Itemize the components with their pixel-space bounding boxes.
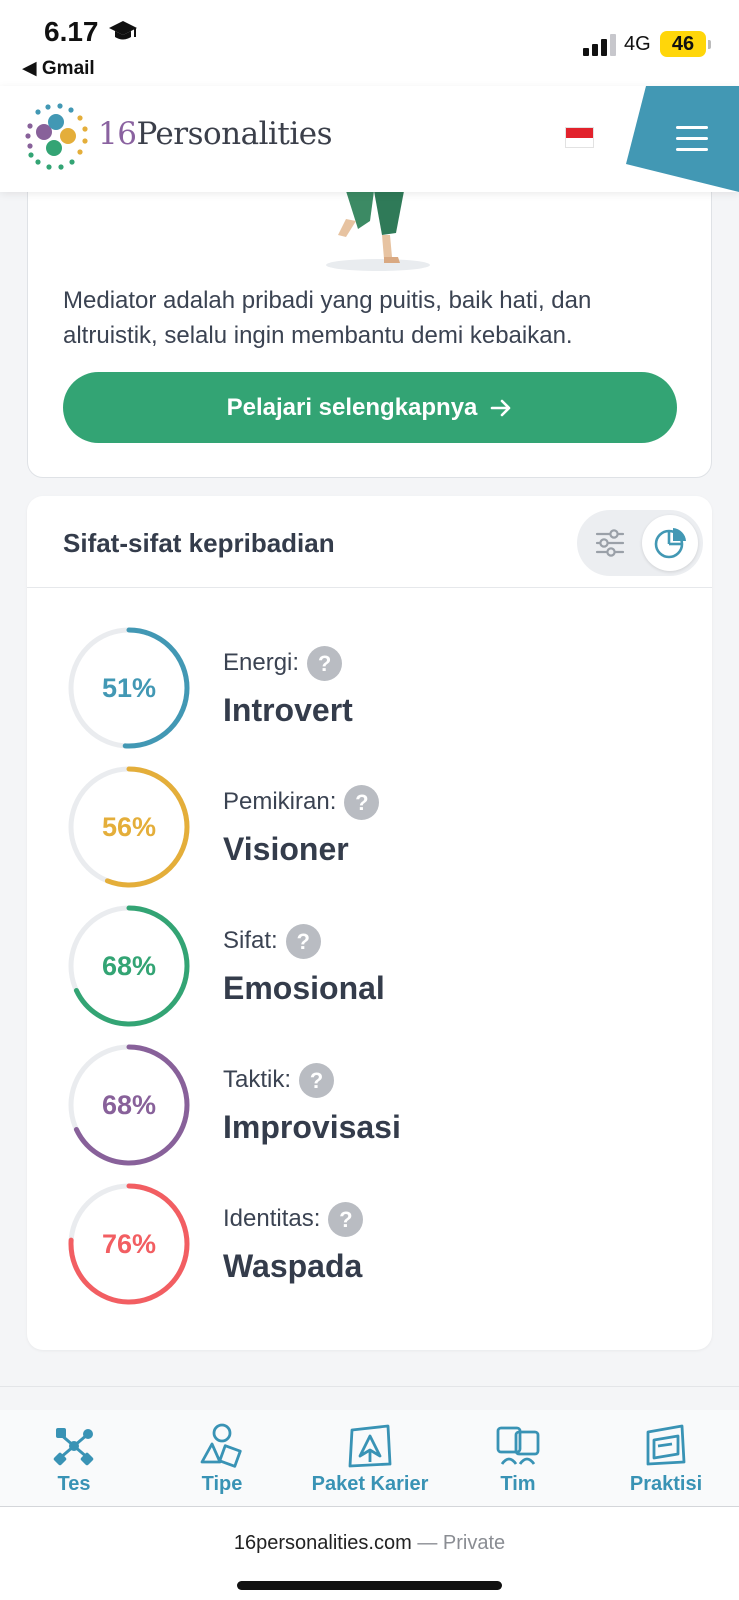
nav-paket-karier[interactable]: Paket Karier [296, 1410, 444, 1506]
trait-value: Waspada [223, 1248, 363, 1284]
help-icon[interactable]: ? [344, 785, 380, 820]
nav-tipe[interactable]: Tipe [148, 1410, 296, 1506]
trait-value: Visioner [223, 831, 349, 867]
learn-more-button[interactable]: Pelajari selengkapnya [63, 372, 677, 443]
network-type: 4G [624, 33, 651, 55]
trait-percent: 68% [101, 950, 157, 981]
status-time: 6.17 [44, 16, 99, 47]
status-bar: 6.17 ◀ Gmail 4G 46 [0, 0, 739, 86]
practitioner-icon [646, 1424, 686, 1466]
trait-label: Pemikiran:? [223, 785, 380, 820]
learn-more-label: Pelajari selengkapnya [226, 393, 478, 421]
trait-label: Identitas:? [223, 1202, 364, 1237]
help-icon[interactable]: ? [299, 1063, 335, 1098]
trait-value: Improvisasi [223, 1109, 401, 1145]
trait-label-text: Taktik: [223, 1065, 292, 1093]
logo-wordmark[interactable]: 16Personalities [98, 116, 333, 152]
trait-percent: 56% [101, 811, 157, 842]
nav-tim[interactable]: Tim [444, 1410, 592, 1506]
trait-label: Taktik:? [223, 1063, 335, 1098]
logo-dots-icon[interactable] [20, 102, 92, 174]
trait-row: 51% Energi:? Introvert [27, 626, 712, 752]
trait-label-text: Energi: [223, 648, 300, 676]
mediator-illustration [326, 191, 430, 271]
trait-label-text: Sifat: [223, 926, 278, 954]
traits-title: Sifat-sifat kepribadian [63, 528, 335, 558]
browser-url-bar: 16personalities.com — Private [0, 1506, 739, 1600]
help-icon[interactable]: ? [328, 1202, 364, 1237]
help-icon[interactable]: ? [307, 646, 343, 681]
sliders-icon [595, 529, 625, 557]
type-description: Mediator adalah pribadi yang puitis, bai… [63, 287, 592, 349]
team-icon [496, 1426, 540, 1465]
trait-label: Energi:? [223, 646, 343, 681]
traits-card-header: Sifat-sifat kepribadian [27, 496, 712, 588]
sliders-view-button[interactable] [582, 515, 638, 571]
trait-label-text: Identitas: [223, 1204, 321, 1232]
url-separator: — [417, 1532, 438, 1554]
language-flag-icon[interactable] [565, 127, 594, 148]
trait-value: Introvert [223, 692, 353, 728]
nav-label: Tipe [201, 1473, 243, 1495]
nav-label: Tim [500, 1473, 536, 1495]
nav-tes[interactable]: Tes [0, 1410, 148, 1506]
home-indicator [237, 1581, 502, 1590]
trait-percent: 51% [101, 672, 157, 703]
graduation-cap-icon [109, 21, 137, 40]
type-summary-card: Mediator adalah pribadi yang puitis, bai… [27, 150, 712, 478]
trait-row: 68% Sifat:? Emosional [27, 904, 712, 1030]
nav-label: Paket Karier [311, 1473, 429, 1495]
types-icon [200, 1423, 242, 1468]
trait-label: Sifat:? [223, 924, 321, 959]
url-text[interactable]: 16personalities.com — Private [0, 1532, 739, 1555]
trait-label-text: Pemikiran: [223, 787, 337, 815]
view-toggle [577, 510, 703, 576]
hamburger-menu-icon[interactable] [676, 126, 708, 152]
nav-divider [0, 1386, 739, 1387]
trait-row: 76% Identitas:? Waspada [27, 1182, 712, 1308]
battery-level: 46 [660, 31, 706, 57]
nav-label: Praktisi [629, 1473, 703, 1495]
site-header: 16Personalities [0, 86, 739, 192]
back-to-app-link[interactable]: ◀ Gmail [22, 57, 95, 80]
trait-percent: 68% [101, 1089, 157, 1120]
logo-word: Personalities [136, 116, 333, 152]
personality-traits-card: Sifat-sifat kepribadian 51% Energi: ? In… [27, 496, 712, 1350]
logo-number: 16 [98, 116, 137, 152]
trait-row: 56% Pemikiran:? Visioner [27, 765, 712, 891]
signal-icon [583, 34, 616, 56]
help-icon[interactable]: ? [285, 924, 321, 959]
bottom-navigation: Tes Tipe Paket Karier Tim Praktisi [0, 1410, 739, 1506]
trait-value: Emosional [223, 970, 385, 1006]
arrow-right-icon [491, 399, 511, 416]
trait-row: 68% Taktik:? Improvisasi [27, 1043, 712, 1169]
pie-view-button[interactable] [642, 515, 698, 571]
nav-label: Tes [57, 1473, 91, 1495]
url-domain: 16personalities.com [233, 1532, 412, 1554]
pie-chart-icon [654, 528, 686, 559]
career-icon [348, 1424, 392, 1468]
battery-cap [708, 40, 711, 49]
nav-praktisi[interactable]: Praktisi [592, 1410, 739, 1506]
test-icon [53, 1428, 94, 1466]
private-mode-label: Private [442, 1532, 506, 1554]
trait-percent: 76% [101, 1228, 157, 1259]
